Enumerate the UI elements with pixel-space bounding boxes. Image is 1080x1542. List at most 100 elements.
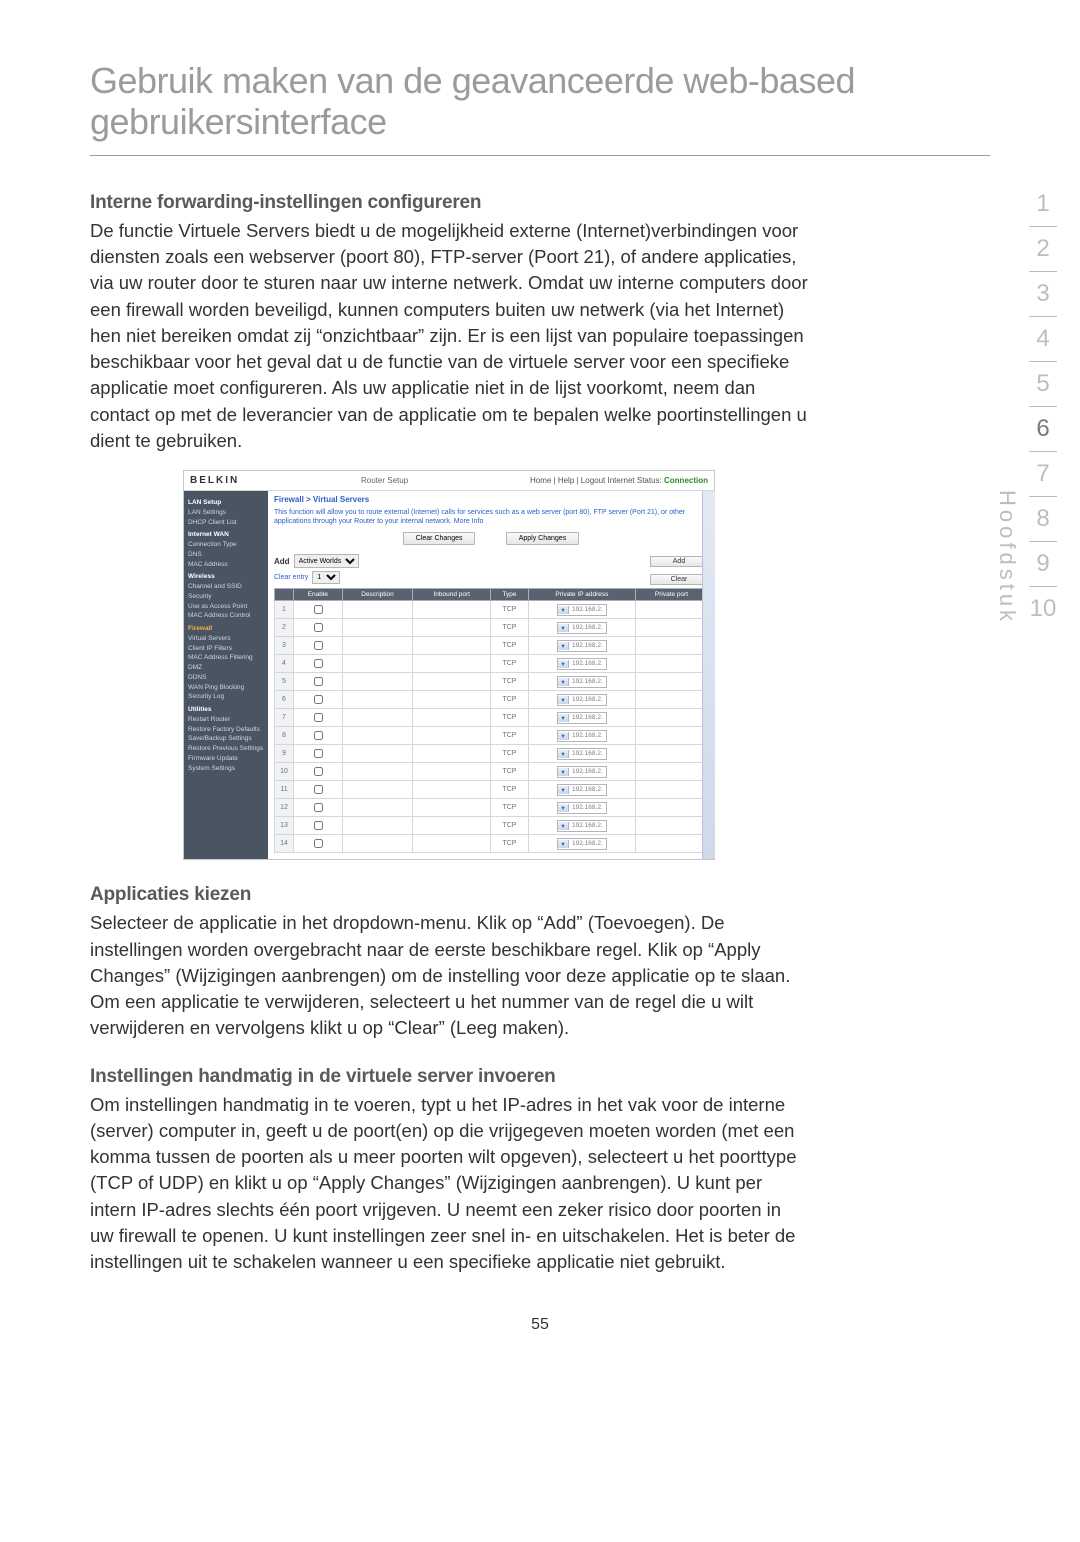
enable-checkbox[interactable] [314, 623, 323, 632]
inbound-port-cell[interactable] [413, 691, 491, 709]
inbound-port-cell[interactable] [413, 817, 491, 835]
private-port-cell[interactable] [636, 835, 708, 853]
enable-cell[interactable] [294, 655, 343, 673]
private-port-cell[interactable] [636, 655, 708, 673]
sidebar-item[interactable]: DHCP Client List [188, 518, 264, 528]
inbound-port-cell[interactable] [413, 655, 491, 673]
clear-button[interactable]: Clear [650, 574, 708, 585]
scrollbar[interactable] [702, 491, 715, 859]
private-port-cell[interactable] [636, 673, 708, 691]
inbound-port-cell[interactable] [413, 709, 491, 727]
chapter-nav-9[interactable]: 9 [1022, 542, 1064, 586]
enable-checkbox[interactable] [314, 731, 323, 740]
inbound-port-cell[interactable] [413, 619, 491, 637]
private-ip-cell[interactable]: ▾192.168.2. [528, 601, 635, 619]
enable-checkbox[interactable] [314, 659, 323, 668]
sidebar-item[interactable]: LAN Settings [188, 508, 264, 518]
private-ip-cell[interactable]: ▾192.168.2. [528, 709, 635, 727]
enable-checkbox[interactable] [314, 713, 323, 722]
sidebar-item[interactable]: Use as Access Point [188, 602, 264, 612]
private-port-cell[interactable] [636, 691, 708, 709]
chapter-nav-6[interactable]: 6 [1022, 407, 1064, 451]
chapter-nav-3[interactable]: 3 [1022, 272, 1064, 316]
enable-cell[interactable] [294, 727, 343, 745]
enable-checkbox[interactable] [314, 641, 323, 650]
inbound-port-cell[interactable] [413, 745, 491, 763]
sidebar-item[interactable]: Firmware Update [188, 754, 264, 764]
private-ip-cell[interactable]: ▾192.168.2. [528, 619, 635, 637]
description-cell[interactable] [342, 781, 413, 799]
inbound-port-cell[interactable] [413, 601, 491, 619]
sidebar-item[interactable]: MAC Address Control [188, 611, 264, 621]
enable-cell[interactable] [294, 745, 343, 763]
description-cell[interactable] [342, 673, 413, 691]
add-application-select[interactable]: Active Worlds [294, 554, 359, 568]
private-ip-cell[interactable]: ▾192.168.2. [528, 763, 635, 781]
inbound-port-cell[interactable] [413, 727, 491, 745]
chapter-nav-7[interactable]: 7 [1022, 452, 1064, 496]
enable-cell[interactable] [294, 619, 343, 637]
clear-changes-button[interactable]: Clear Changes [403, 532, 476, 545]
description-cell[interactable] [342, 619, 413, 637]
enable-checkbox[interactable] [314, 839, 323, 848]
chapter-nav-1[interactable]: 1 [1022, 182, 1064, 226]
description-cell[interactable] [342, 799, 413, 817]
sidebar-item[interactable]: System Settings [188, 764, 264, 774]
private-ip-cell[interactable]: ▾192.168.2. [528, 781, 635, 799]
private-ip-cell[interactable]: ▾192.168.2. [528, 817, 635, 835]
private-port-cell[interactable] [636, 781, 708, 799]
enable-cell[interactable] [294, 817, 343, 835]
private-port-cell[interactable] [636, 799, 708, 817]
sidebar-item[interactable]: Connection Type [188, 540, 264, 550]
sidebar-item[interactable]: DMZ [188, 663, 264, 673]
private-ip-cell[interactable]: ▾192.168.2. [528, 637, 635, 655]
private-port-cell[interactable] [636, 727, 708, 745]
enable-checkbox[interactable] [314, 605, 323, 614]
enable-cell[interactable] [294, 763, 343, 781]
apply-changes-button[interactable]: Apply Changes [506, 532, 579, 545]
description-cell[interactable] [342, 835, 413, 853]
description-cell[interactable] [342, 817, 413, 835]
private-port-cell[interactable] [636, 619, 708, 637]
enable-cell[interactable] [294, 799, 343, 817]
private-port-cell[interactable] [636, 763, 708, 781]
chapter-nav-2[interactable]: 2 [1022, 227, 1064, 271]
description-cell[interactable] [342, 637, 413, 655]
private-ip-cell[interactable]: ▾192.168.2. [528, 655, 635, 673]
enable-checkbox[interactable] [314, 767, 323, 776]
description-cell[interactable] [342, 727, 413, 745]
add-button[interactable]: Add [650, 556, 708, 567]
private-ip-cell[interactable]: ▾192.168.2. [528, 727, 635, 745]
private-port-cell[interactable] [636, 745, 708, 763]
sidebar-item[interactable]: WAN Ping Blocking [188, 683, 264, 693]
description-cell[interactable] [342, 745, 413, 763]
chapter-nav-5[interactable]: 5 [1022, 362, 1064, 406]
inbound-port-cell[interactable] [413, 835, 491, 853]
enable-checkbox[interactable] [314, 749, 323, 758]
sidebar-item[interactable]: Security [188, 592, 264, 602]
description-cell[interactable] [342, 709, 413, 727]
private-port-cell[interactable] [636, 601, 708, 619]
description-cell[interactable] [342, 763, 413, 781]
enable-checkbox[interactable] [314, 785, 323, 794]
private-ip-cell[interactable]: ▾192.168.2. [528, 835, 635, 853]
inbound-port-cell[interactable] [413, 781, 491, 799]
private-port-cell[interactable] [636, 637, 708, 655]
enable-cell[interactable] [294, 601, 343, 619]
enable-cell[interactable] [294, 781, 343, 799]
enable-checkbox[interactable] [314, 677, 323, 686]
inbound-port-cell[interactable] [413, 637, 491, 655]
router-header-links[interactable]: Home | Help | Logout Internet Status: [530, 476, 662, 485]
sidebar-item[interactable]: Channel and SSID [188, 582, 264, 592]
clear-entry-select[interactable]: 1 [312, 571, 340, 584]
description-cell[interactable] [342, 655, 413, 673]
enable-checkbox[interactable] [314, 821, 323, 830]
sidebar-item[interactable]: Restore Previous Settings [188, 744, 264, 754]
sidebar-item[interactable]: MAC Address Filtering [188, 653, 264, 663]
inbound-port-cell[interactable] [413, 673, 491, 691]
sidebar-item[interactable]: DNS [188, 550, 264, 560]
description-cell[interactable] [342, 601, 413, 619]
private-port-cell[interactable] [636, 709, 708, 727]
inbound-port-cell[interactable] [413, 799, 491, 817]
sidebar-item[interactable]: Restart Router [188, 715, 264, 725]
